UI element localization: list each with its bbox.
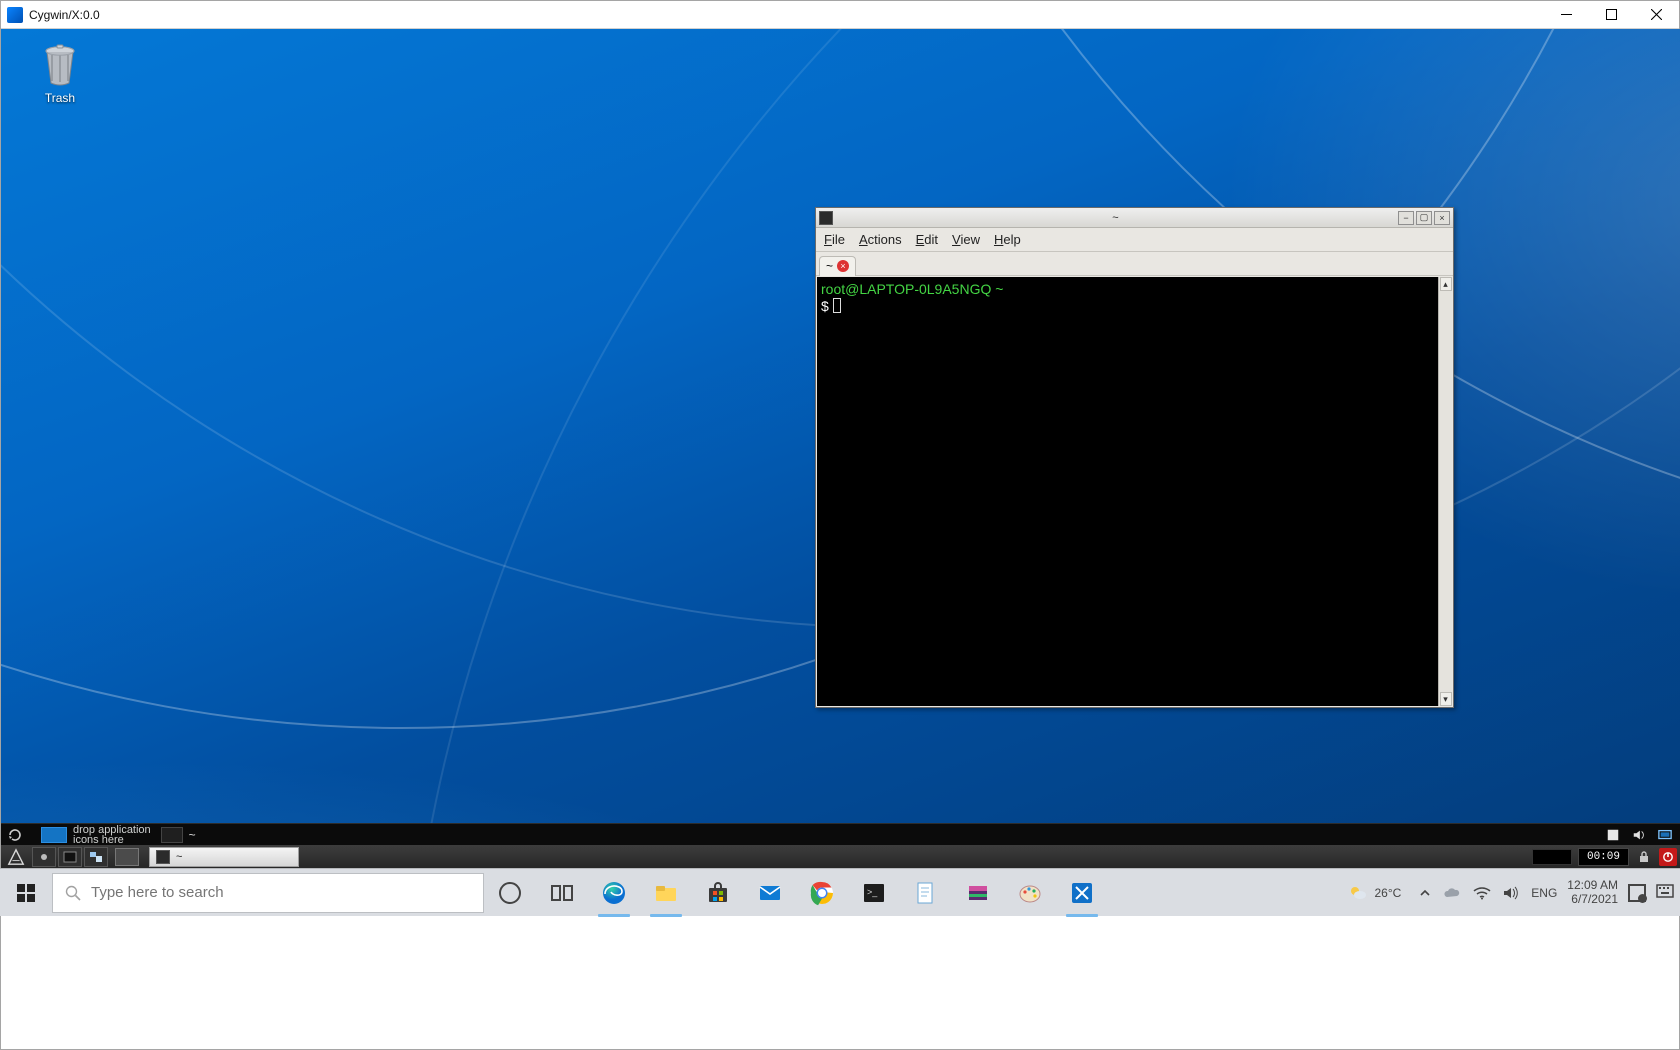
trash-icon[interactable]: Trash [25,43,95,105]
search-input[interactable] [91,884,471,901]
cygwin-x-icon [7,7,23,23]
cortana-icon[interactable] [484,869,536,917]
window-title: Cygwin/X:0.0 [29,8,100,22]
mspaint-icon[interactable] [1004,869,1056,917]
x-panel-upper[interactable]: drop application icons here ~ [1,823,1680,845]
maximize-button[interactable] [1589,1,1634,29]
winrar-icon[interactable] [952,869,1004,917]
tray-speaker-icon[interactable] [1503,886,1519,900]
panel2-lock-icon[interactable] [1635,848,1653,866]
taskbar-clock[interactable]: 12:09 AM 6/7/2021 [1567,879,1618,907]
tray-note-icon[interactable] [1605,827,1621,843]
tray-volume-icon[interactable] [1631,827,1647,843]
input-indicator-icon[interactable] [1656,882,1674,903]
terminal-scrollbar[interactable]: ▴ ▾ [1438,277,1452,706]
close-button[interactable] [1634,1,1679,29]
windows-taskbar[interactable]: >_ 26°C ENG 12:09 AM 6/7/2021 [0,868,1680,916]
svg-text:>_: >_ [867,887,878,897]
tray-monitor-icon[interactable] [1657,827,1673,843]
tray-chevron-up-icon[interactable] [1419,887,1431,899]
tray-language[interactable]: ENG [1531,886,1557,900]
minimize-button[interactable] [1544,1,1589,29]
menu-view[interactable]: View [952,232,980,247]
terminal-output: root@LAPTOP-0L9A5NGQ ~ $ [821,281,1436,702]
tray-wifi-icon[interactable] [1473,886,1491,900]
tray-onedrive-icon[interactable] [1443,886,1461,900]
terminal-titlebar[interactable]: ~ − ▢ × [816,208,1453,228]
panel2-power-icon[interactable] [1659,848,1677,866]
x11-desktop[interactable]: Trash ~ − ▢ × File Actions Edit View Hel… [1,29,1680,869]
weather-temp: 26°C [1374,886,1401,900]
task-view-icon[interactable] [536,869,588,917]
panel-pager[interactable] [41,827,67,843]
search-icon [65,885,81,901]
taskbar-button-terminal[interactable]: ~ [149,847,299,867]
terminal-title: ~ [833,212,1398,224]
notepad-icon[interactable] [900,869,952,917]
taskbar-search[interactable] [52,873,484,913]
panel2-pager[interactable] [115,848,139,866]
terminal-body[interactable]: root@LAPTOP-0L9A5NGQ ~ $ ▴ ▾ [817,277,1452,706]
panel-launcher-label: ~ [189,828,196,842]
panel2-windows-icon[interactable] [84,847,108,867]
panel-launcher-terminal-icon[interactable] [161,827,183,843]
start-button[interactable] [0,869,52,917]
menu-file[interactable]: File [824,232,845,247]
terminal-window[interactable]: ~ − ▢ × File Actions Edit View Help ~ × [815,207,1454,708]
menu-edit[interactable]: Edit [916,232,938,247]
panel2-terminal-icon[interactable] [58,847,82,867]
panel2-sysmon-icon[interactable] [1532,849,1572,865]
taskbar-time: 12:09 AM [1567,879,1618,893]
trash-bin-icon [40,43,80,87]
cmd-icon[interactable]: >_ [848,869,900,917]
taskbar-button-terminal-icon [156,850,170,864]
menu-help[interactable]: Help [994,232,1021,247]
terminal-tab[interactable]: ~ × [819,256,856,276]
x-start-icon[interactable] [5,846,27,868]
file-explorer-icon[interactable] [640,869,692,917]
terminal-tab-close-icon[interactable]: × [837,260,849,272]
cygwin-x-taskbar-icon[interactable] [1056,869,1108,917]
terminal-tabbar: ~ × [816,252,1453,276]
terminal-tab-label: ~ [826,259,833,273]
scroll-down-icon[interactable]: ▾ [1440,692,1452,706]
chrome-icon[interactable] [796,869,848,917]
terminal-minimize-button[interactable]: − [1398,211,1414,225]
terminal-menubar: File Actions Edit View Help [816,228,1453,252]
panel2-clock[interactable]: 00:09 [1578,848,1629,866]
taskbar-button-label: ~ [176,851,182,863]
taskbar-date: 6/7/2021 [1567,893,1618,907]
weather-widget[interactable]: 26°C [1348,883,1401,903]
weather-icon [1348,883,1368,903]
edge-icon[interactable] [588,869,640,917]
panel-cycle-icon[interactable] [5,826,25,844]
microsoft-store-icon[interactable] [692,869,744,917]
x-panel-lower[interactable]: ~ 00:09 [1,845,1680,869]
terminal-maximize-button[interactable]: ▢ [1416,211,1432,225]
menu-actions[interactable]: Actions [859,232,902,247]
mail-icon[interactable] [744,869,796,917]
windows-titlebar: Cygwin/X:0.0 [1,1,1679,29]
terminal-app-icon [819,211,833,225]
terminal-close-button[interactable]: × [1434,211,1450,225]
terminal-caret [833,298,841,313]
panel2-show-desktop-icon[interactable] [32,847,56,867]
notifications-icon[interactable] [1628,884,1646,902]
trash-label: Trash [25,91,95,105]
scroll-up-icon[interactable]: ▴ [1440,277,1452,291]
